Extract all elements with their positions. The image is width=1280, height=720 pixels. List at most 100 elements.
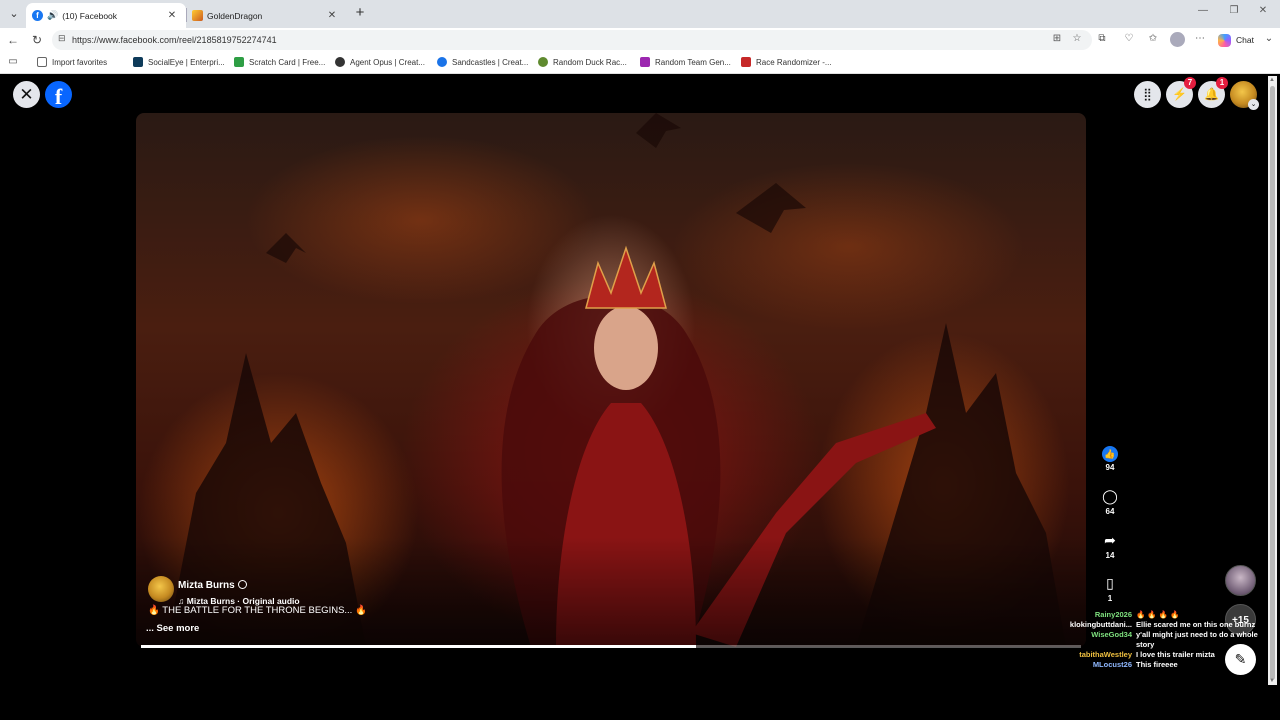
share-button[interactable]: ➦ 14	[1099, 531, 1121, 560]
window-close-icon[interactable]: ✕	[1256, 5, 1270, 16]
bookmark-agent-opus[interactable]: Agent Opus | Creat...	[335, 57, 425, 67]
tab-list-chevron-icon[interactable]: ⌄	[6, 6, 22, 22]
agent-opus-favicon-icon	[335, 57, 345, 67]
tab-title: GoldenDragon	[207, 10, 263, 21]
viewer-avatar[interactable]	[1225, 565, 1256, 596]
messenger-icon: ⚡	[1172, 87, 1187, 101]
chat-dropdown-chevron-icon[interactable]: ⌄	[1262, 33, 1276, 44]
restore-icon[interactable]: ❐	[1227, 5, 1241, 16]
favorite-star-icon[interactable]: ☆	[1070, 33, 1084, 44]
thumbs-up-icon: 👍	[1102, 446, 1118, 462]
back-arrow-icon[interactable]: ←	[5, 32, 21, 48]
bookmark-label: Sandcastles | Creat...	[452, 57, 529, 67]
author-name[interactable]: Mizta Burns	[178, 580, 235, 591]
facebook-logo-icon[interactable]: f	[45, 81, 72, 109]
tab-close-icon[interactable]: ✕	[166, 10, 178, 21]
copilot-chat-button[interactable]: Chat	[1218, 32, 1254, 48]
messenger-badge: 7	[1184, 77, 1196, 89]
account-avatar[interactable]: ⌄	[1230, 81, 1259, 110]
bookmark-sandcastles[interactable]: Sandcastles | Creat...	[437, 57, 528, 67]
bookmark-label: Race Randomizer -...	[756, 57, 832, 67]
bookmark-icon: ▯	[1106, 575, 1114, 591]
comment-username[interactable]: WiseGod34	[1043, 630, 1136, 650]
bookmark-random-duck-race[interactable]: Random Duck Rac...	[538, 57, 627, 67]
browser-toolbar: ← ↻ ⊟ ⊞ ☆ ⧉ ♡ ✩ ⋯ Chat ⌄	[0, 28, 1280, 52]
scroll-down-icon[interactable]: ▼	[1269, 678, 1275, 684]
menu-grid-icon[interactable]: ⣿	[1134, 81, 1161, 108]
comment-username[interactable]: tabithaWestley	[1043, 650, 1136, 660]
speaker-icon[interactable]: 🔊	[47, 10, 58, 21]
verified-badge-icon	[237, 580, 247, 589]
favorites-icon[interactable]: ✩	[1146, 33, 1160, 44]
save-button[interactable]: ▯ 1	[1099, 574, 1121, 603]
share-arrow-icon: ➦	[1104, 532, 1116, 548]
bookmark-label: Import favorites	[52, 57, 108, 67]
address-bar[interactable]: ⊟ ⊞ ☆	[52, 30, 1092, 50]
import-icon	[37, 57, 47, 67]
bookmark-label: Random Duck Rac...	[553, 57, 627, 67]
browser-essentials-icon[interactable]: ♡	[1122, 33, 1136, 44]
reel-author[interactable]: Mizta Burns ♫ Mizta Burns · Original aud…	[148, 575, 300, 606]
video-progress-bar[interactable]	[141, 645, 1081, 648]
site-info-icon[interactable]: ⊟	[58, 33, 66, 44]
crown-shape	[585, 245, 667, 309]
bookmark-socialeye[interactable]: SocialEye | Enterpri...	[133, 57, 225, 67]
tab-actions-icon[interactable]: ▭	[6, 56, 20, 67]
tab-title: (10) Facebook	[62, 10, 118, 21]
bookmark-label: SocialEye | Enterpri...	[148, 57, 225, 67]
bookmark-random-team-generator[interactable]: Random Team Gen...	[640, 57, 731, 67]
like-button[interactable]: 👍 94	[1099, 443, 1121, 472]
comment-username[interactable]: klokingbuttdani...	[1043, 620, 1136, 630]
new-tab-plus-icon[interactable]: +	[352, 5, 368, 21]
bookmark-scratch-card[interactable]: Scratch Card | Free...	[234, 57, 325, 67]
share-count: 14	[1105, 551, 1115, 560]
messenger-button[interactable]: ⚡ 7	[1166, 77, 1196, 108]
bookmark-import-favorites[interactable]: Import favorites	[37, 57, 107, 67]
account-chevron-down-icon: ⌄	[1248, 99, 1259, 110]
video-progress-fill	[141, 645, 696, 648]
comment-row: klokingbuttdani... Ellie scared me on th…	[1043, 620, 1267, 630]
comment-username[interactable]: MLocust26	[1043, 660, 1136, 670]
comment-text: Ellie scared me on this one burnz	[1136, 620, 1256, 629]
chat-label: Chat	[1236, 35, 1254, 45]
compose-comment-button[interactable]: ✎	[1225, 644, 1256, 675]
bookmark-race-randomizer[interactable]: Race Randomizer -...	[741, 57, 832, 67]
tab-goldendragon[interactable]: GoldenDragon ✕	[186, 3, 346, 28]
reel-viewer: ✕ f ⣿ ⚡ 7 🔔 1 ⌄ Mizta Burns ♫ Mizta Burn…	[3, 76, 1267, 685]
more-menu-icon[interactable]: ⋯	[1193, 33, 1207, 44]
see-more-link[interactable]: ... See more	[146, 623, 199, 634]
dragon-silhouette-right	[736, 183, 806, 233]
scroll-up-icon[interactable]: ▲	[1269, 77, 1275, 83]
close-reel-button[interactable]: ✕	[13, 81, 40, 108]
profile-avatar[interactable]	[1170, 32, 1185, 47]
author-avatar[interactable]	[148, 576, 174, 602]
reel-video[interactable]: Mizta Burns ♫ Mizta Burns · Original aud…	[136, 113, 1086, 647]
page-scrollbar[interactable]: ▲ ▼	[1268, 76, 1277, 685]
dragon-silhouette-top	[636, 113, 681, 148]
tab-close-icon[interactable]: ✕	[326, 10, 338, 21]
bookmark-label: Random Team Gen...	[655, 57, 731, 67]
comment-button[interactable]: ◯ 64	[1099, 487, 1121, 516]
bottom-area	[0, 686, 1280, 720]
team-gen-favicon-icon	[640, 57, 650, 67]
scrollbar-thumb[interactable]	[1270, 86, 1275, 680]
like-count: 94	[1105, 463, 1115, 472]
extensions-icon[interactable]: ⧉	[1095, 33, 1109, 44]
edit-pencil-icon: ✎	[1234, 651, 1247, 667]
reading-view-icon[interactable]: ⊞	[1050, 33, 1064, 44]
minimize-icon[interactable]: —	[1196, 5, 1210, 16]
comment-username[interactable]: Rainy2026	[1043, 610, 1136, 620]
url-input[interactable]	[72, 30, 972, 50]
reload-icon[interactable]: ↻	[29, 32, 45, 48]
save-count: 1	[1107, 594, 1113, 603]
notifications-badge: 1	[1216, 77, 1228, 89]
notifications-button[interactable]: 🔔 1	[1198, 77, 1228, 108]
copilot-icon	[1218, 33, 1231, 47]
reel-caption: 🔥 THE BATTLE FOR THE THRONE BEGINS... 🔥	[148, 605, 367, 616]
race-randomizer-favicon-icon	[741, 57, 751, 67]
comment-count: 64	[1105, 507, 1115, 516]
duck-favicon-icon	[538, 57, 548, 67]
tab-facebook[interactable]: f 🔊 (10) Facebook ✕	[26, 3, 186, 28]
comment-bubble-icon: ◯	[1102, 488, 1118, 504]
comment-row: Rainy2026 🔥 🔥 🔥 🔥	[1043, 610, 1267, 620]
